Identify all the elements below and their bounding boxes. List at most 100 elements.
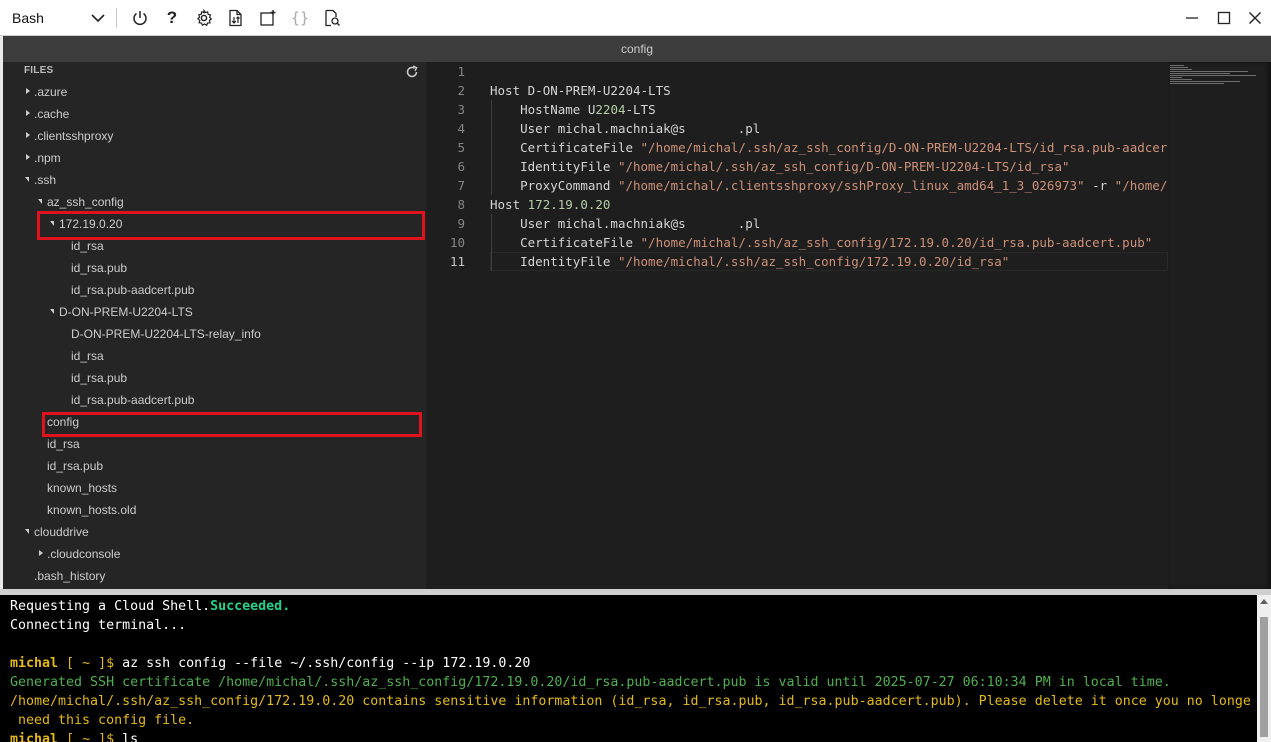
- web-preview-button[interactable]: [322, 8, 342, 28]
- minimap-line: [1170, 75, 1256, 76]
- editor-minimap[interactable]: [1168, 62, 1271, 589]
- restart-button[interactable]: [130, 8, 150, 28]
- chevron-down-icon: [37, 191, 47, 213]
- tree-file-id-rsa-pub[interactable]: id_rsa.pub: [3, 367, 426, 389]
- chevron-right-icon: [24, 81, 34, 103]
- terminal-line: Connecting terminal...: [10, 618, 187, 633]
- code-string: "/home/michal/.ssh/az_ssh_config/D-ON-PR…: [1114, 178, 1168, 193]
- tree-folder-npm[interactable]: .npm: [3, 147, 426, 169]
- chevron-right-icon: [24, 147, 34, 169]
- line-number: 6: [457, 159, 465, 174]
- help-button[interactable]: ?: [162, 8, 182, 28]
- terminal-command: ls: [122, 732, 139, 742]
- code-line-7: ProxyCommand "/home/michal/.clientsshpro…: [490, 176, 1168, 195]
- scroll-up-arrow-icon[interactable]: [1260, 599, 1268, 604]
- code-keyword: CertificateFile: [520, 140, 633, 155]
- scrollbar-thumb[interactable]: [1260, 617, 1268, 737]
- code-value: .pl: [737, 121, 761, 136]
- tree-folder-d-on-prem[interactable]: D-ON-PREM-U2204-LTS: [3, 301, 426, 323]
- web-preview-icon: [325, 9, 340, 27]
- code-line-3: HostName U2204-LTS: [490, 100, 1168, 119]
- editor-button[interactable]: {}: [290, 8, 310, 28]
- code-number: 2204: [595, 102, 626, 117]
- close-button[interactable]: [1245, 8, 1265, 28]
- code-value: michal.machniak@s: [557, 121, 686, 136]
- code-keyword: Host: [490, 83, 521, 98]
- terminal[interactable]: Requesting a Cloud Shell.Succeeded. Conn…: [0, 595, 1271, 742]
- shell-type-select[interactable]: Bash: [4, 4, 110, 32]
- minimize-button[interactable]: [1182, 8, 1202, 28]
- tree-file-known-hosts-old[interactable]: known_hosts.old: [3, 499, 426, 521]
- upload-download-button[interactable]: [226, 8, 246, 28]
- code-value: D-ON-PREM-U2204-LTS: [527, 83, 671, 98]
- chevron-down-icon: [24, 169, 34, 191]
- chevron-down-icon: [49, 213, 59, 235]
- tree-folder-cache[interactable]: .cache: [3, 103, 426, 125]
- tree-file-config[interactable]: config: [3, 411, 426, 433]
- terminal-success-text: Succeeded.: [210, 599, 291, 614]
- editor-file-title: config: [620, 42, 654, 56]
- line-number: 4: [457, 121, 465, 136]
- minimize-icon: [1186, 17, 1198, 19]
- code-string: "/home/michal/.ssh/az_ssh_config/D-ON-PR…: [617, 159, 1070, 174]
- code-keyword: Host: [490, 197, 521, 212]
- tree-file-id-rsa-pub[interactable]: id_rsa.pub: [3, 455, 426, 477]
- terminal-scrollbar[interactable]: [1257, 595, 1271, 742]
- tree-folder-clientsshproxy[interactable]: .clientsshproxy: [3, 125, 426, 147]
- tree-file-relay-info[interactable]: D-ON-PREM-U2204-LTS-relay_info: [3, 323, 426, 345]
- code-keyword: User: [520, 121, 551, 136]
- tree-file-id-rsa-pub[interactable]: id_rsa.pub: [3, 257, 426, 279]
- tree-file-known-hosts[interactable]: known_hosts: [3, 477, 426, 499]
- new-session-button[interactable]: [258, 8, 278, 28]
- tree-file-id-rsa-pub-aadcert[interactable]: id_rsa.pub-aadcert.pub: [3, 389, 426, 411]
- code-string: "/home/michal/.ssh/az_ssh_config/D-ON-PR…: [640, 140, 1168, 155]
- redaction-scribble: [685, 122, 738, 134]
- files-header: FILES: [24, 65, 54, 76]
- line-number: 8: [457, 197, 465, 212]
- terminal-line: need this config file.: [10, 713, 195, 728]
- code-keyword: CertificateFile: [520, 235, 633, 250]
- code-keyword: IdentityFile: [520, 159, 611, 174]
- prompt-user: michal: [10, 732, 59, 742]
- tree-folder-cloudconsole[interactable]: .cloudconsole: [3, 543, 426, 565]
- refresh-icon[interactable]: [405, 65, 419, 79]
- minimap-line: [1170, 81, 1240, 82]
- chevron-right-icon: [24, 125, 34, 147]
- code-string: "/home/michal/.ssh/az_ssh_config/172.19.…: [640, 235, 1153, 250]
- tree-file-id-rsa-pub-aadcert[interactable]: id_rsa.pub-aadcert.pub: [3, 279, 426, 301]
- code-keyword: HostName: [520, 102, 581, 117]
- maximize-icon: [1217, 11, 1231, 25]
- tree-file-id-rsa[interactable]: id_rsa: [3, 345, 426, 367]
- tree-file-id-rsa[interactable]: id_rsa: [3, 235, 426, 257]
- line-number: 5: [457, 140, 465, 155]
- cloud-shell-toolbar: Bash ? {}: [0, 0, 1271, 36]
- tree-folder-172-19-0-20[interactable]: 172.19.0.20: [3, 213, 426, 235]
- chevron-right-icon: [24, 103, 34, 125]
- code-value: michal.machniak@s: [557, 216, 686, 231]
- code-line-6: IdentityFile "/home/michal/.ssh/az_ssh_c…: [490, 157, 1168, 176]
- tree-folder-ssh[interactable]: .ssh: [3, 169, 426, 191]
- terminal-command: az ssh config --file ~/.ssh/config --ip …: [122, 656, 531, 671]
- new-session-icon: [260, 10, 276, 26]
- tree-file-id-rsa[interactable]: id_rsa: [3, 433, 426, 455]
- code-line-4: User michal.machniak@s .pl: [490, 119, 1168, 138]
- shell-type-value: Bash: [12, 10, 44, 26]
- settings-button[interactable]: [194, 8, 214, 28]
- code-editor[interactable]: 1 2 3 4 5 6 7 8 9 10 11 Host D-ON-PREM-U…: [426, 62, 1271, 589]
- minimap-line: [1170, 79, 1192, 80]
- line-number: 7: [457, 178, 465, 193]
- cloud-shell-window: Bash ? {} config FILES .azure .cache .cl…: [0, 0, 1271, 742]
- tree-file-bash-history[interactable]: .bash_history: [3, 565, 426, 587]
- code-keyword: IdentityFile: [520, 254, 611, 269]
- tree-folder-az-ssh-config[interactable]: az_ssh_config: [3, 191, 426, 213]
- tree-folder-clouddrive[interactable]: clouddrive: [3, 521, 426, 543]
- maximize-button[interactable]: [1214, 8, 1234, 28]
- editor-braces-icon: {}: [290, 9, 310, 27]
- line-number: 9: [457, 216, 465, 231]
- prompt-path: [ ~ ]$: [58, 732, 123, 742]
- code-value: -LTS: [625, 102, 656, 117]
- line-number: 1: [457, 64, 465, 79]
- tree-folder-azure[interactable]: .azure: [3, 81, 426, 103]
- code-keyword: ProxyCommand: [520, 178, 611, 193]
- file-explorer: FILES .azure .cache .clientsshproxy .npm…: [3, 62, 426, 589]
